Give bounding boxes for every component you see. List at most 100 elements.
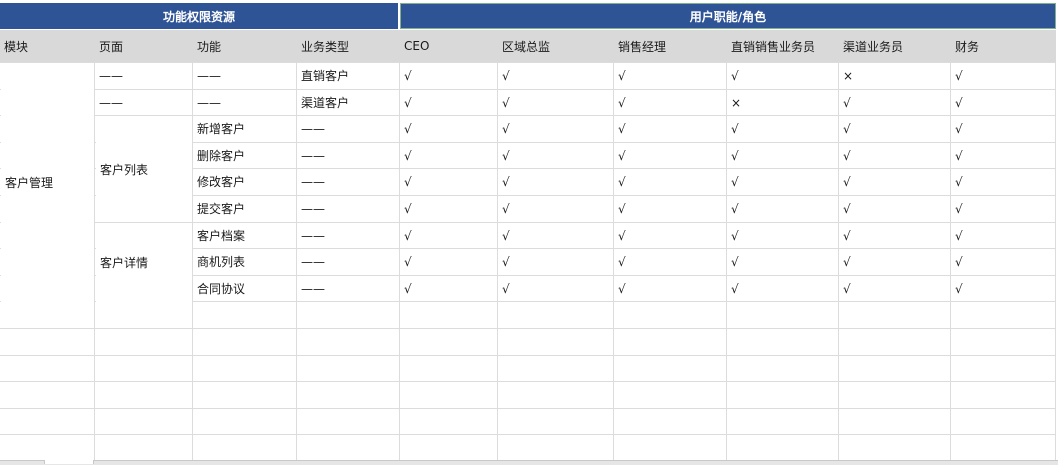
function-cell[interactable]: 客户档案 [193, 222, 297, 249]
business-type-cell[interactable]: —— [297, 168, 400, 195]
gridline-horizontal [0, 381, 1056, 382]
permission-mark-cell[interactable]: √ [498, 248, 614, 275]
permission-mark-cell[interactable]: √ [951, 89, 1056, 116]
permission-mark-cell[interactable]: √ [839, 89, 951, 116]
permission-mark-cell[interactable]: √ [839, 168, 951, 195]
header-user-roles-label: 用户职能/角色 [689, 9, 767, 24]
permission-mark-cell[interactable]: √ [498, 62, 614, 89]
business-type-cell[interactable]: —— [297, 195, 400, 222]
page-cell[interactable]: —— [95, 89, 193, 116]
permission-mark-cell[interactable]: × [839, 62, 951, 89]
permission-mark-cell[interactable]: √ [951, 142, 1056, 169]
permission-mark-cell[interactable]: √ [727, 222, 839, 249]
business-type-cell[interactable]: 渠道客户 [297, 89, 400, 116]
permission-mark-cell[interactable]: √ [400, 62, 498, 89]
column-header-8[interactable]: 渠道业务员 [839, 30, 951, 62]
permission-mark-cell[interactable]: √ [727, 115, 839, 142]
page-list-label: 客户列表 [100, 162, 149, 177]
business-type-cell[interactable]: —— [297, 248, 400, 275]
page-cell[interactable]: —— [95, 62, 193, 89]
column-header-4[interactable]: CEO [400, 30, 498, 62]
permission-mark-cell[interactable]: √ [951, 248, 1056, 275]
permission-mark-cell[interactable]: √ [839, 248, 951, 275]
permission-mark-cell[interactable]: √ [614, 62, 727, 89]
permission-mark-cell[interactable]: √ [400, 222, 498, 249]
business-type-cell[interactable]: 直销客户 [297, 62, 400, 89]
gridline-horizontal [0, 434, 1056, 435]
column-header-3[interactable]: 业务类型 [297, 30, 400, 62]
business-type-cell[interactable]: —— [297, 115, 400, 142]
column-header-5[interactable]: 区域总监 [498, 30, 614, 62]
column-header-1[interactable]: 页面 [95, 30, 193, 62]
permission-mark-cell[interactable]: √ [400, 115, 498, 142]
page-cell-detail[interactable]: 客户详情 [96, 223, 192, 302]
column-header-7[interactable]: 直销销售业务员 [727, 30, 839, 62]
permission-mark-cell[interactable]: √ [498, 195, 614, 222]
permission-mark-cell[interactable]: √ [951, 222, 1056, 249]
permission-mark-cell[interactable]: √ [498, 222, 614, 249]
permission-mark-cell[interactable]: √ [400, 89, 498, 116]
permission-mark-cell[interactable]: √ [400, 168, 498, 195]
header-function-resources-label: 功能权限资源 [162, 9, 235, 24]
column-header-2[interactable]: 功能 [193, 30, 297, 62]
function-cell[interactable]: 修改客户 [193, 168, 297, 195]
permission-mark-cell[interactable]: √ [614, 275, 727, 302]
column-header-0[interactable]: 模块 [0, 30, 95, 62]
gridline-horizontal [0, 328, 1056, 329]
permission-mark-cell[interactable]: √ [727, 168, 839, 195]
function-cell[interactable]: 新增客户 [193, 115, 297, 142]
function-cell[interactable]: 删除客户 [193, 142, 297, 169]
permission-mark-cell[interactable]: √ [498, 142, 614, 169]
spreadsheet: 功能权限资源 用户职能/角色 模块 页面 功能 业务类型 CEO 区域总监 销售经理 直销销售… [0, 0, 1058, 465]
column-header-9[interactable]: 财务 [951, 30, 1056, 62]
permission-mark-cell[interactable]: √ [727, 248, 839, 275]
permission-mark-cell[interactable]: √ [400, 275, 498, 302]
permission-mark-cell[interactable]: √ [614, 168, 727, 195]
permission-mark-cell[interactable]: √ [614, 142, 727, 169]
permission-mark-cell[interactable]: × [727, 89, 839, 116]
permission-mark-cell[interactable]: √ [839, 115, 951, 142]
permission-mark-cell[interactable]: √ [727, 142, 839, 169]
permission-mark-cell[interactable]: √ [400, 248, 498, 275]
permission-mark-cell[interactable]: √ [839, 222, 951, 249]
permission-mark-cell[interactable]: √ [951, 62, 1056, 89]
function-cell[interactable]: 合同协议 [193, 275, 297, 302]
permission-mark-cell[interactable]: √ [614, 115, 727, 142]
permission-mark-cell[interactable]: √ [951, 275, 1056, 302]
permission-mark-cell[interactable]: √ [498, 275, 614, 302]
permission-mark-cell[interactable]: √ [498, 115, 614, 142]
permission-mark-cell[interactable]: √ [400, 195, 498, 222]
sheet-tab[interactable] [44, 460, 94, 464]
permission-mark-cell[interactable]: √ [614, 89, 727, 116]
permission-mark-cell[interactable]: √ [727, 275, 839, 302]
permission-mark-cell[interactable]: √ [839, 195, 951, 222]
permission-mark-cell[interactable]: √ [839, 142, 951, 169]
permission-mark-cell[interactable]: √ [614, 222, 727, 249]
function-cell[interactable]: 提交客户 [193, 195, 297, 222]
function-cell[interactable]: 商机列表 [193, 248, 297, 275]
permission-mark-cell[interactable]: √ [727, 62, 839, 89]
module-label: 客户管理 [5, 176, 54, 190]
module-cell[interactable]: 客户管理 [1, 63, 94, 302]
sheet-tab-bar [0, 460, 1058, 465]
function-cell[interactable]: —— [193, 89, 297, 116]
business-type-cell[interactable]: —— [297, 275, 400, 302]
permission-mark-cell[interactable]: √ [839, 275, 951, 302]
business-type-cell[interactable]: —— [297, 222, 400, 249]
permission-mark-cell[interactable]: √ [951, 195, 1056, 222]
business-type-cell[interactable]: —— [297, 142, 400, 169]
permission-mark-cell[interactable]: √ [614, 248, 727, 275]
permission-mark-cell[interactable]: √ [951, 115, 1056, 142]
permission-mark-cell[interactable]: √ [727, 195, 839, 222]
permission-mark-cell[interactable]: √ [951, 168, 1056, 195]
permission-mark-cell[interactable]: √ [498, 89, 614, 116]
permission-mark-cell[interactable]: √ [498, 168, 614, 195]
page-detail-label: 客户详情 [100, 256, 149, 270]
function-cell[interactable]: —— [193, 62, 297, 89]
permission-mark-cell[interactable]: √ [614, 195, 727, 222]
header-function-resources[interactable]: 功能权限资源 [0, 3, 398, 29]
page-cell-list[interactable]: 客户列表 [96, 117, 192, 221]
permission-mark-cell[interactable]: √ [400, 142, 498, 169]
column-header-6[interactable]: 销售经理 [614, 30, 727, 62]
header-user-roles[interactable]: 用户职能/角色 [400, 3, 1056, 29]
